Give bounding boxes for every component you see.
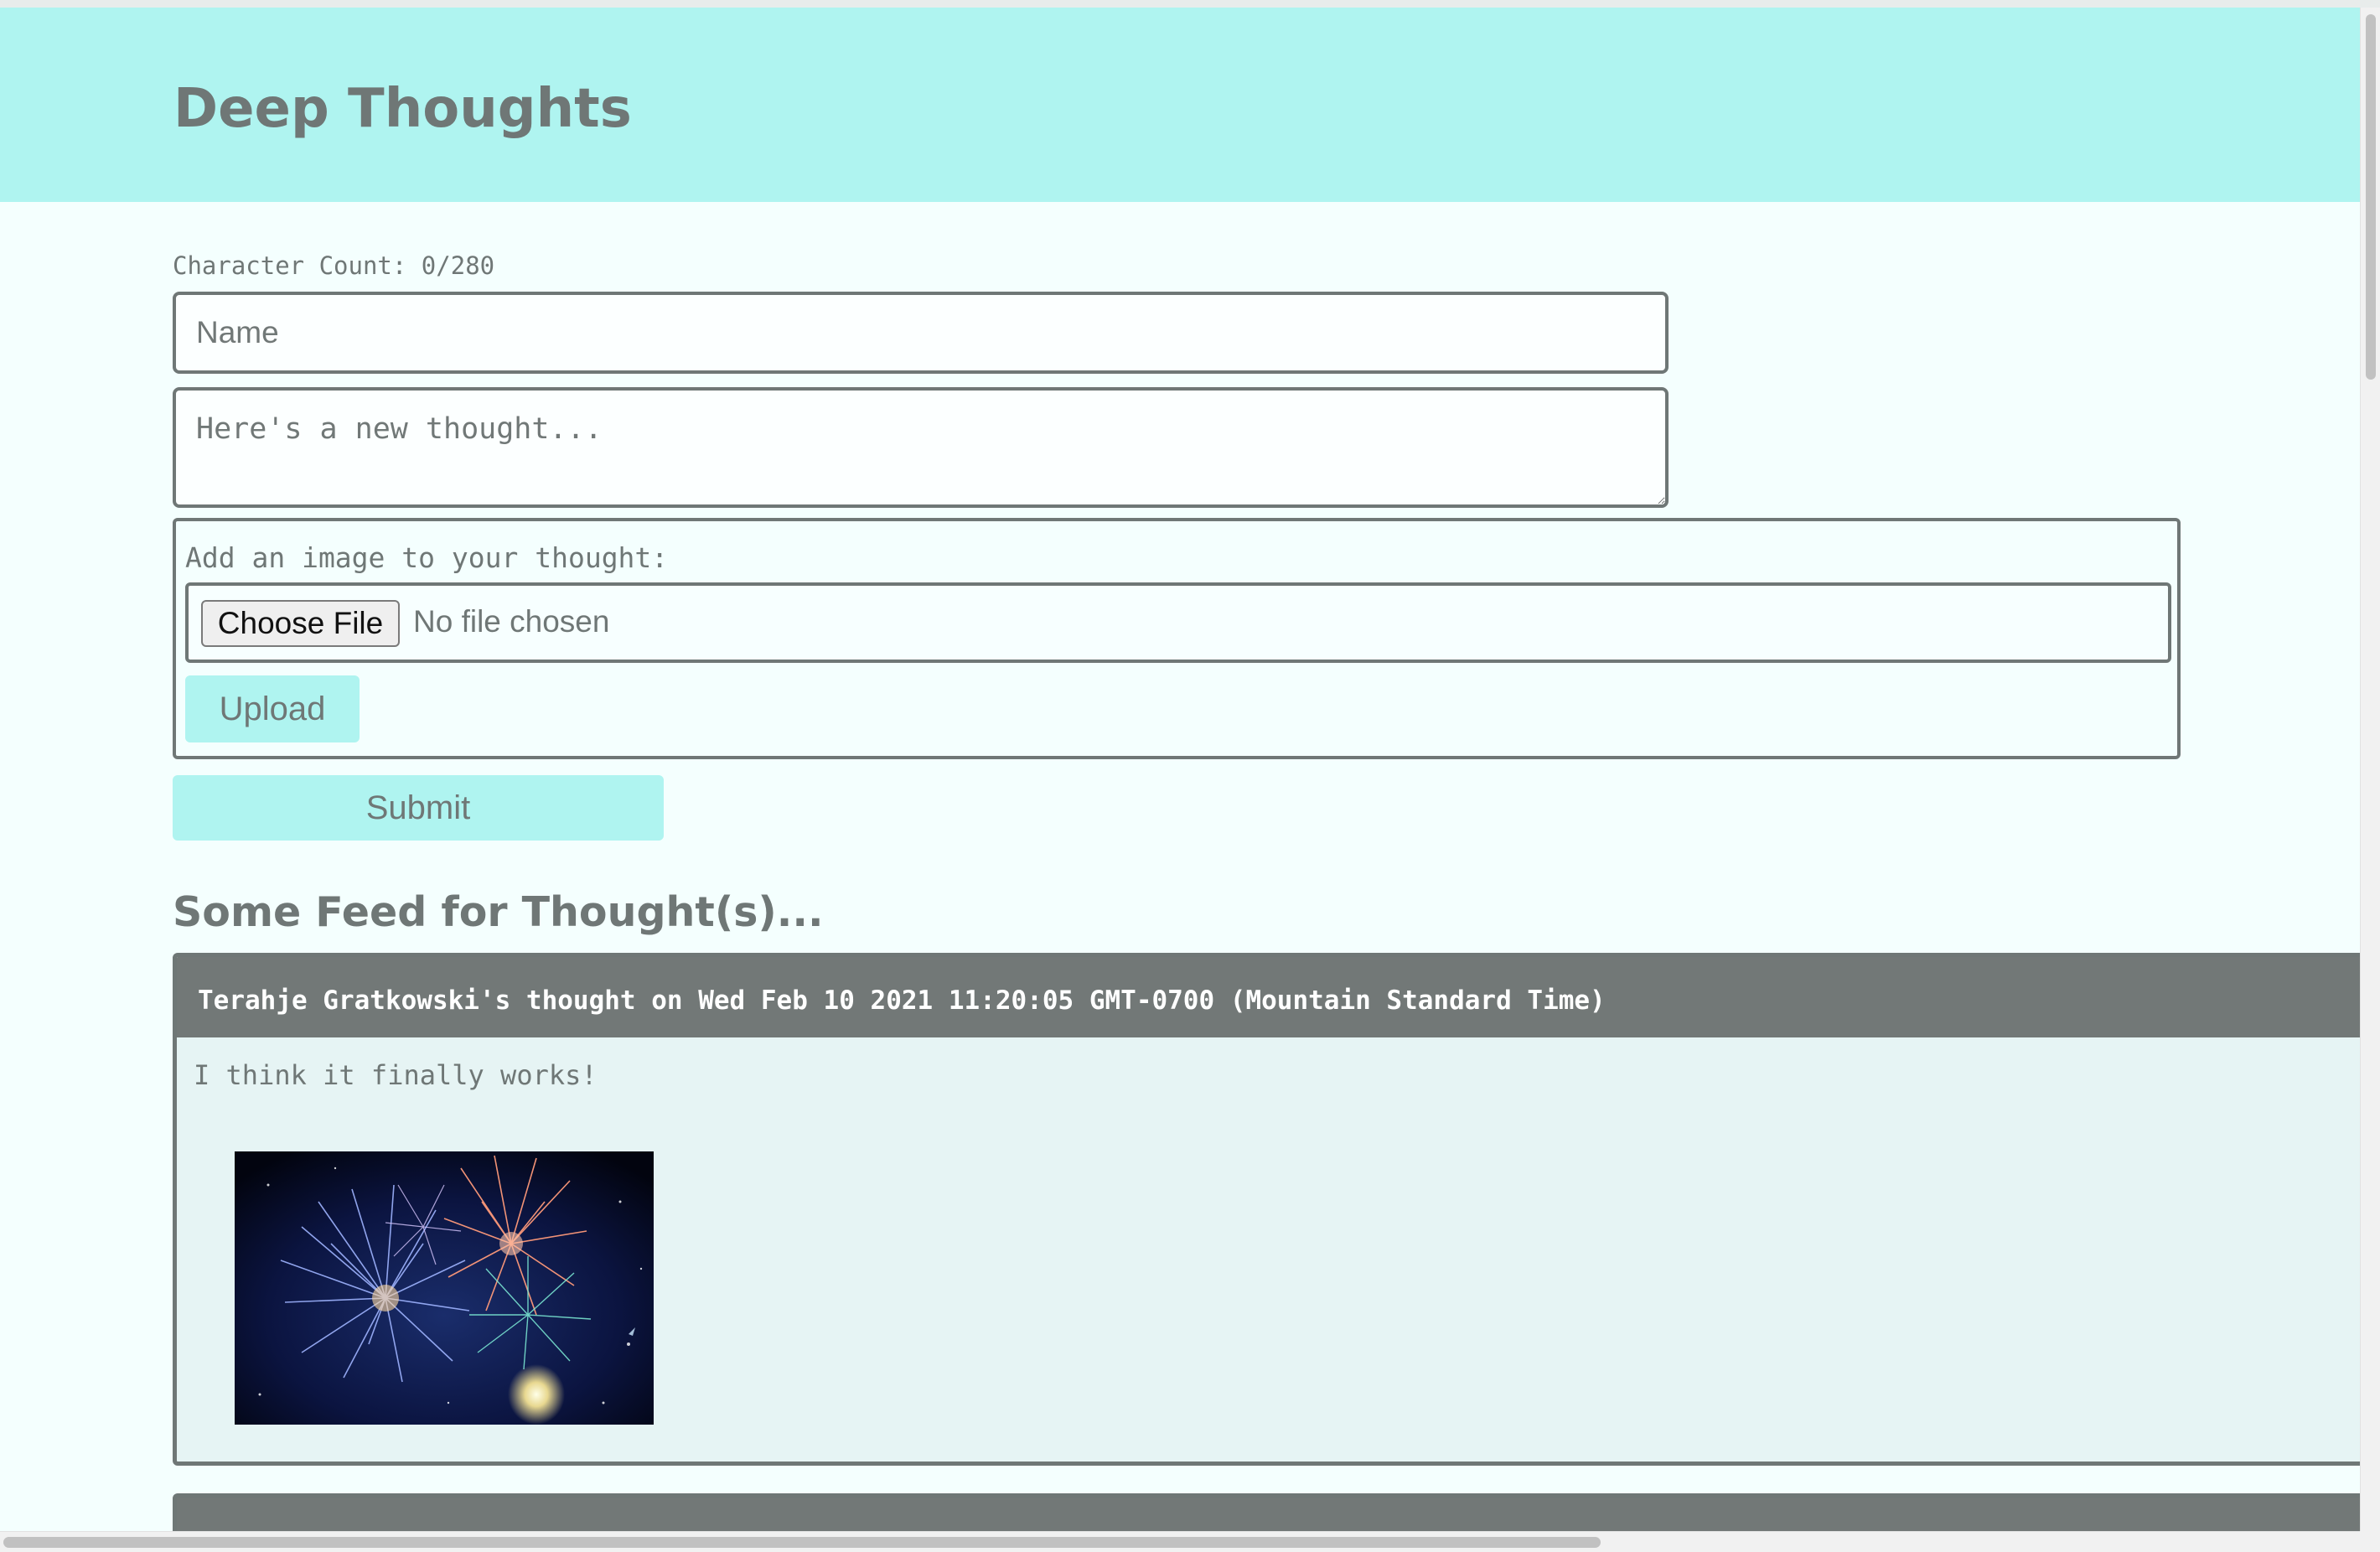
browser-viewport: Deep Thoughts Character Count: 0/280 Add… xyxy=(0,0,2380,1552)
image-upload-section: Add an image to your thought: Choose Fil… xyxy=(173,518,2181,759)
image-upload-label: Add an image to your thought: xyxy=(185,541,669,574)
thought-card-header: Terahje Gratkowski's thought on Wed Feb … xyxy=(177,957,2380,1037)
choose-file-button[interactable]: Choose File xyxy=(201,600,400,647)
file-status-text: No file chosen xyxy=(413,604,610,639)
feed-heading: Some Feed for Thought(s)... xyxy=(173,888,824,936)
thought-card: Terahje Gratkowski's thought on Wed Feb … xyxy=(173,953,2380,1466)
upload-button[interactable]: Upload xyxy=(185,675,360,742)
horizontal-scrollbar[interactable] xyxy=(0,1531,2360,1552)
vertical-scrollbar[interactable] xyxy=(2360,8,2380,1531)
submit-button[interactable]: Submit xyxy=(173,775,664,841)
fireworks-image xyxy=(235,1151,654,1425)
site-header: Deep Thoughts xyxy=(0,8,2360,202)
scrollbar-corner xyxy=(2360,1531,2380,1552)
thought-text: I think it finally works! xyxy=(194,1059,598,1091)
horizontal-scrollbar-thumb[interactable] xyxy=(3,1537,1601,1548)
character-count: Character Count: 0/280 xyxy=(173,251,495,280)
page-title: Deep Thoughts xyxy=(173,78,632,140)
name-input[interactable] xyxy=(173,292,1669,374)
vertical-scrollbar-thumb[interactable] xyxy=(2366,14,2376,380)
thought-textarea[interactable] xyxy=(173,387,1669,508)
thought-author-date[interactable]: Terahje Gratkowski's thought on Wed Feb … xyxy=(198,986,1606,1016)
file-input[interactable]: Choose File No file chosen xyxy=(185,582,2171,663)
